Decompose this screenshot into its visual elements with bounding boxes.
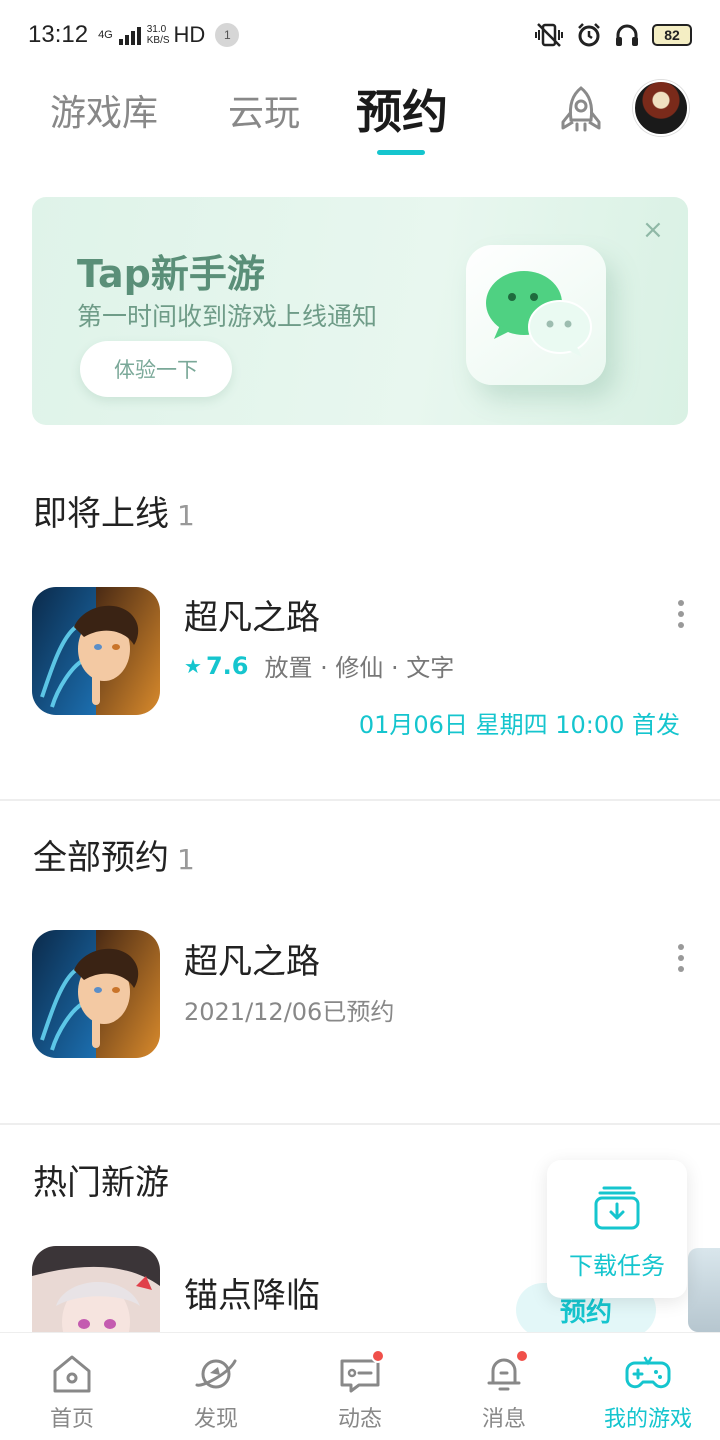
hot-new-title-text: 热门新游 (33, 1163, 169, 1203)
top-tab-bar: 游戏库 云玩 预约 (0, 70, 720, 170)
active-tab-indicator (377, 150, 425, 155)
rocket-button[interactable] (554, 82, 608, 142)
game-name[interactable]: 超凡之路 (184, 934, 320, 983)
section-divider (0, 1123, 720, 1125)
download-icon (594, 1186, 640, 1230)
notification-dot (371, 1349, 385, 1363)
more-options-icon[interactable] (676, 600, 686, 628)
rocket-icon (561, 86, 601, 132)
network-speed: 31.0 KB/S (147, 24, 170, 46)
release-time: 01月06日 星期四 10:00 首发 (358, 711, 680, 739)
banner-subtitle: 第一时间收到游戏上线通知 (77, 302, 378, 331)
battery-indicator: 82 (652, 24, 692, 46)
bell-icon (481, 1349, 529, 1397)
more-options-icon[interactable] (676, 944, 686, 972)
upcoming-section-title: 即将上线 1 (33, 486, 195, 535)
nav-feed[interactable]: 动态 (288, 1333, 432, 1440)
planet-icon (193, 1351, 239, 1397)
status-time: 13:12 (28, 21, 89, 48)
game-icon-chaofan[interactable] (32, 587, 160, 715)
banner-title: Tap新手游 (77, 252, 265, 296)
hd-indicator: HD (173, 22, 206, 47)
promo-banner[interactable]: Tap新手游 第一时间收到游戏上线通知 体验一下 × (32, 197, 688, 425)
tab-game-library[interactable]: 游戏库 (50, 84, 158, 136)
game-tags: 放置 · 修仙 · 文字 (264, 654, 455, 682)
notification-dot (515, 1349, 529, 1363)
signal-icon (118, 25, 141, 45)
alarm-icon (578, 23, 600, 47)
message-card-icon (337, 1349, 385, 1397)
nav-messages[interactable]: 消息 (432, 1333, 576, 1440)
wechat-icon (486, 271, 592, 357)
wechat-app-icon (466, 245, 606, 385)
game-name[interactable]: 锚点降临 (184, 1268, 320, 1317)
nav-messages-label: 消息 (481, 1407, 526, 1432)
tab-cloud-play[interactable]: 云玩 (228, 84, 300, 136)
status-bar: 13:12 4G 31.0 KB/S HD 1 82 (0, 0, 720, 70)
bottom-nav: 首页 发现 动态 消息 我的游戏 (0, 1332, 720, 1440)
nav-feed-label: 动态 (337, 1407, 382, 1432)
gamepad-icon (625, 1351, 671, 1397)
nav-discover-label: 发现 (193, 1407, 238, 1432)
section-divider (0, 799, 720, 801)
speed-value: 31.0 (146, 24, 167, 35)
try-it-button[interactable]: 体验一下 (80, 341, 232, 397)
game-rating: 7.6 (205, 651, 249, 680)
close-icon[interactable]: × (642, 215, 664, 245)
vibrate-off-icon (535, 23, 563, 47)
nav-discover[interactable]: 发现 (144, 1333, 288, 1440)
notification-count-badge: 1 (215, 23, 240, 47)
all-reserved-section-title: 全部预约 1 (33, 830, 195, 879)
all-reserved-count: 1 (177, 843, 195, 876)
game-meta: ★ 7.6 放置 · 修仙 · 文字 (184, 648, 454, 683)
reserved-date: 2021/12/06已预约 (184, 998, 395, 1026)
next-card-preview (688, 1248, 720, 1332)
nav-my-games[interactable]: 我的游戏 (576, 1333, 720, 1440)
download-task-button[interactable]: 下载任务 (547, 1160, 687, 1298)
star-icon: ★ (184, 653, 202, 678)
download-task-label: 下载任务 (569, 1252, 665, 1280)
all-reserved-title-text: 全部预约 (33, 838, 169, 878)
upcoming-count: 1 (177, 499, 195, 532)
speed-unit: KB/S (146, 35, 170, 46)
upcoming-title-text: 即将上线 (33, 494, 169, 534)
tab-reservations[interactable]: 预约 (356, 76, 448, 142)
headphones-icon (616, 24, 638, 46)
game-icon-chaofan[interactable] (32, 930, 160, 1058)
nav-home-label: 首页 (49, 1407, 94, 1432)
nav-home[interactable]: 首页 (0, 1333, 144, 1440)
user-avatar[interactable] (633, 80, 689, 136)
network-type: 4G (98, 28, 113, 41)
game-name[interactable]: 超凡之路 (184, 590, 320, 639)
hot-new-section-title: 热门新游 (33, 1155, 169, 1204)
game-art (32, 587, 160, 715)
game-art (32, 930, 160, 1058)
nav-my-games-label: 我的游戏 (603, 1407, 692, 1432)
home-icon (49, 1351, 95, 1397)
